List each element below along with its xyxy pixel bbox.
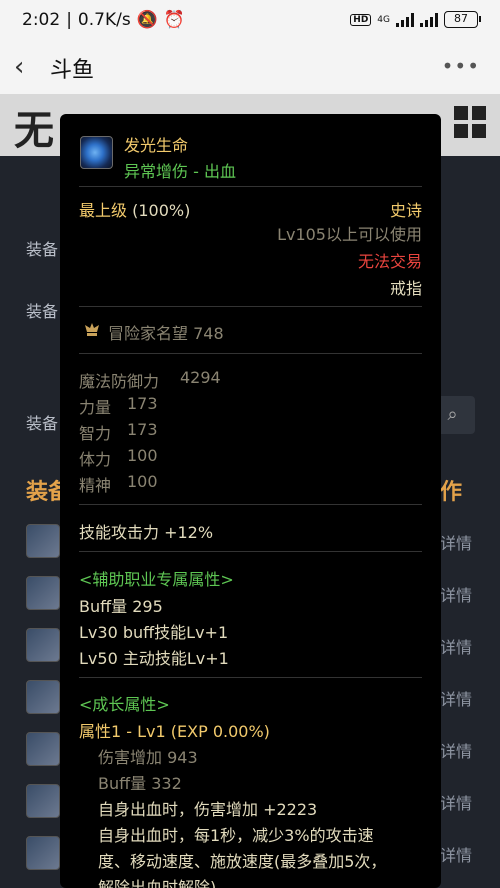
item-name: 发光生命 <box>124 136 189 155</box>
equipment-icon[interactable] <box>26 524 60 558</box>
alarm-icon: ⏰ <box>163 10 186 30</box>
fame-icon <box>85 323 99 336</box>
item-slot: 戒指 <box>389 279 422 298</box>
growth-attribute: 属性1 - Lv1 (EXP 0.00%) <box>79 722 270 741</box>
stat-value: 173 <box>127 394 158 413</box>
divider <box>79 186 422 187</box>
detail-link[interactable]: 详情 <box>440 530 472 554</box>
ring-item-icon <box>80 136 113 169</box>
back-icon[interactable]: ‹ <box>14 52 24 82</box>
stat-label: 体力 <box>79 450 112 469</box>
equipment-icon[interactable] <box>26 680 60 714</box>
equipment-icon[interactable] <box>26 784 60 818</box>
status-net-speed: 0.7K/s <box>77 10 131 30</box>
more-icon[interactable]: ••• <box>442 54 480 78</box>
item-grade: 最上级 (100%) <box>79 201 191 220</box>
growth-effect: 自身出血时，伤害增加 +2223 <box>98 800 318 819</box>
status-time: 2:02 <box>22 10 61 30</box>
growth-effect: 度、移动速度、施放速度(最多叠加5次， <box>98 852 387 871</box>
stat-label: 精神 <box>79 476 112 495</box>
signal-icon <box>396 12 414 27</box>
growth-effect: 解除出血时解除) <box>98 878 217 888</box>
detail-link[interactable]: 详情 <box>440 582 472 606</box>
trade-restriction: 无法交易 <box>357 252 422 271</box>
site-logo: 无 <box>14 107 62 154</box>
hd-icon: HD <box>350 13 372 26</box>
equipment-icon[interactable] <box>26 732 60 766</box>
stat-value: 4294 <box>180 368 221 387</box>
divider <box>79 504 422 505</box>
divider <box>79 677 422 678</box>
level-requirement: Lv105以上可以使用 <box>277 225 422 244</box>
growth-buff: Buff量 332 <box>98 774 182 793</box>
bg-heading-right: 作 <box>440 480 463 505</box>
nav-bar: ‹ 斗鱼 ••• <box>0 42 500 94</box>
stat-label: 魔法防御力 <box>79 372 160 391</box>
bg-label: 装备 <box>26 414 59 433</box>
divider <box>79 353 422 354</box>
detail-link[interactable]: 详情 <box>440 634 472 658</box>
support-line: Lv30 buff技能Lv+1 <box>79 623 229 642</box>
stat-label: 智力 <box>79 424 112 443</box>
equipment-icon[interactable] <box>26 836 60 870</box>
equipment-icon[interactable] <box>26 576 60 610</box>
support-header: <辅助职业专属属性> <box>79 570 234 589</box>
item-rarity: 史诗 <box>389 201 422 220</box>
skill-attack: 技能攻击力 +12% <box>79 523 214 542</box>
adventurer-fame: 冒险家名望 748 <box>108 324 224 343</box>
stat-value: 100 <box>127 446 158 465</box>
bg-label: 装备 <box>26 240 59 259</box>
detail-link[interactable]: 详情 <box>440 790 472 814</box>
bg-label: 装备 <box>26 302 59 321</box>
divider <box>79 551 422 552</box>
stat-label: 力量 <box>79 398 112 417</box>
network-type: 4G <box>377 14 390 25</box>
divider <box>79 306 422 307</box>
equipment-icon[interactable] <box>26 628 60 662</box>
detail-link[interactable]: 详情 <box>440 842 472 866</box>
growth-header: <成长属性> <box>79 695 170 714</box>
growth-damage: 伤害增加 943 <box>98 748 198 767</box>
detail-link[interactable]: 详情 <box>440 738 472 762</box>
detail-link[interactable]: 详情 <box>440 686 472 710</box>
mute-icon: 🔕 <box>136 10 158 30</box>
stat-value: 173 <box>127 420 158 439</box>
item-subtitle: 异常增伤 - 出血 <box>124 162 236 181</box>
support-line: Lv50 主动技能Lv+1 <box>79 649 229 668</box>
page-title: 斗鱼 <box>50 58 95 83</box>
status-bar: 2:02 | 0.7K/s 🔕 ⏰ HD 4G 87 <box>0 0 500 42</box>
grid-menu-icon[interactable] <box>454 106 486 138</box>
stat-value: 100 <box>127 472 158 491</box>
battery-icon: 87 <box>444 11 481 28</box>
growth-effect: 自身出血时，每1秒，减少3%的攻击速 <box>98 826 374 845</box>
signal-icon-2 <box>420 12 438 27</box>
item-tooltip: 发光生命 异常增伤 - 出血 最上级 (100%) 史诗 Lv105以上可以使用… <box>60 114 441 888</box>
support-line: Buff量 295 <box>79 597 163 616</box>
